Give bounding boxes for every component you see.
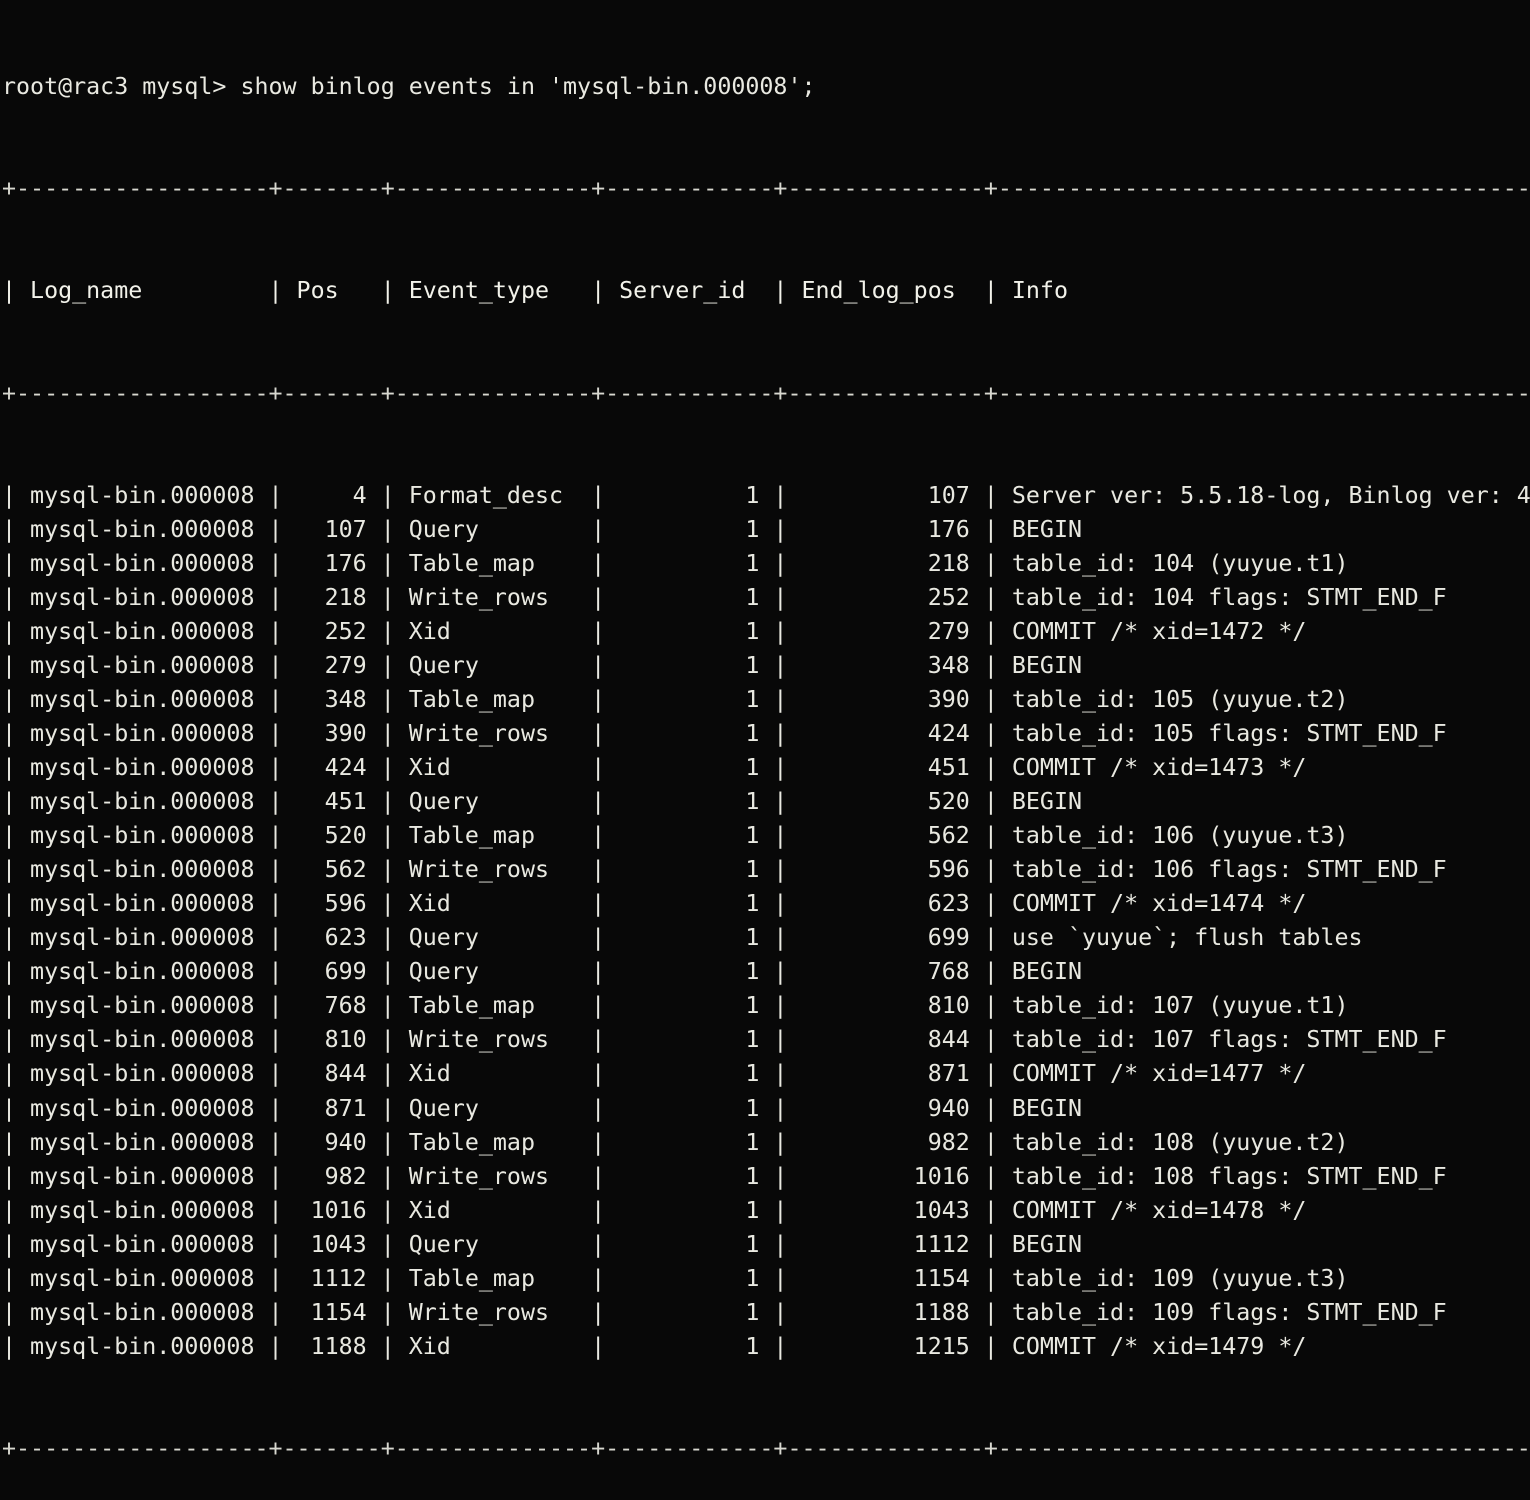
table-row: | mysql-bin.000008 | 252 | Xid | 1 | 279… <box>2 615 1530 649</box>
shell-prompt-line: root@rac3 mysql> show binlog events in '… <box>2 70 1530 104</box>
table-row: | mysql-bin.000008 | 107 | Query | 1 | 1… <box>2 513 1530 547</box>
table-row: | mysql-bin.000008 | 390 | Write_rows | … <box>2 717 1530 751</box>
table-row: | mysql-bin.000008 | 218 | Write_rows | … <box>2 581 1530 615</box>
table-bottom-rule: +------------------+-------+------------… <box>2 1432 1530 1466</box>
table-header-rule: +------------------+-------+------------… <box>2 377 1530 411</box>
table-row: | mysql-bin.000008 | 1043 | Query | 1 | … <box>2 1228 1530 1262</box>
table-row: | mysql-bin.000008 | 982 | Write_rows | … <box>2 1160 1530 1194</box>
table-row: | mysql-bin.000008 | 1112 | Table_map | … <box>2 1262 1530 1296</box>
table-row: | mysql-bin.000008 | 768 | Table_map | 1… <box>2 989 1530 1023</box>
table-row: | mysql-bin.000008 | 871 | Query | 1 | 9… <box>2 1092 1530 1126</box>
table-row: | mysql-bin.000008 | 451 | Query | 1 | 5… <box>2 785 1530 819</box>
table-row: | mysql-bin.000008 | 4 | Format_desc | 1… <box>2 479 1530 513</box>
table-row: | mysql-bin.000008 | 1188 | Xid | 1 | 12… <box>2 1330 1530 1364</box>
table-row: | mysql-bin.000008 | 623 | Query | 1 | 6… <box>2 921 1530 955</box>
table-top-rule: +------------------+-------+------------… <box>2 172 1530 206</box>
table-row: | mysql-bin.000008 | 940 | Table_map | 1… <box>2 1126 1530 1160</box>
table-row: | mysql-bin.000008 | 424 | Xid | 1 | 451… <box>2 751 1530 785</box>
table-body: | mysql-bin.000008 | 4 | Format_desc | 1… <box>2 479 1530 1364</box>
table-row: | mysql-bin.000008 | 1154 | Write_rows |… <box>2 1296 1530 1330</box>
terminal-screen[interactable]: root@rac3 mysql> show binlog events in '… <box>0 0 1530 1048</box>
table-header-row: | Log_name | Pos | Event_type | Server_i… <box>2 274 1530 308</box>
table-row: | mysql-bin.000008 | 699 | Query | 1 | 7… <box>2 955 1530 989</box>
table-row: | mysql-bin.000008 | 348 | Table_map | 1… <box>2 683 1530 717</box>
table-row: | mysql-bin.000008 | 844 | Xid | 1 | 871… <box>2 1057 1530 1091</box>
table-row: | mysql-bin.000008 | 279 | Query | 1 | 3… <box>2 649 1530 683</box>
table-row: | mysql-bin.000008 | 1016 | Xid | 1 | 10… <box>2 1194 1530 1228</box>
table-row: | mysql-bin.000008 | 596 | Xid | 1 | 623… <box>2 887 1530 921</box>
table-row: | mysql-bin.000008 | 520 | Table_map | 1… <box>2 819 1530 853</box>
table-row: | mysql-bin.000008 | 810 | Write_rows | … <box>2 1023 1530 1057</box>
table-row: | mysql-bin.000008 | 562 | Write_rows | … <box>2 853 1530 887</box>
table-row: | mysql-bin.000008 | 176 | Table_map | 1… <box>2 547 1530 581</box>
